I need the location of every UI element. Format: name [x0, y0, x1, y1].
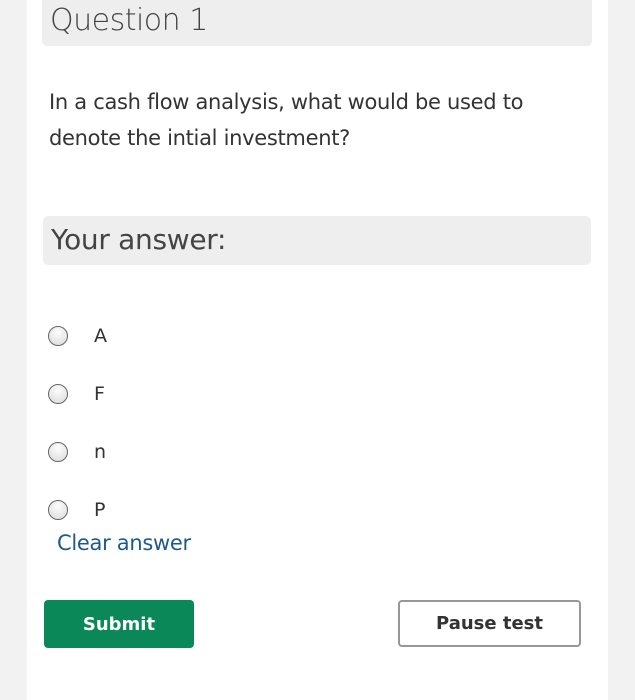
option-label: F [94, 383, 105, 405]
answer-option-a[interactable]: A [48, 307, 107, 365]
option-label: A [94, 325, 107, 347]
clear-answer-link[interactable]: Clear answer [57, 531, 191, 555]
radio-button[interactable] [48, 500, 68, 520]
pause-test-button[interactable]: Pause test [398, 600, 581, 647]
question-header: Question 1 [42, 0, 592, 46]
answer-title: Your answer: [51, 223, 227, 256]
answer-header: Your answer: [43, 216, 591, 265]
radio-button[interactable] [48, 442, 68, 462]
radio-button[interactable] [48, 384, 68, 404]
answer-options: A F n P [48, 307, 107, 539]
question-title: Question 1 [50, 3, 208, 38]
submit-button[interactable]: Submit [44, 600, 194, 648]
radio-button[interactable] [48, 326, 68, 346]
question-text: In a cash flow analysis, what would be u… [49, 90, 524, 150]
option-label: P [94, 499, 106, 521]
question-card: Question 1 In a cash flow analysis, what… [27, 0, 608, 700]
answer-option-f[interactable]: F [48, 365, 107, 423]
answer-option-n[interactable]: n [48, 423, 107, 481]
option-label: n [94, 441, 107, 463]
